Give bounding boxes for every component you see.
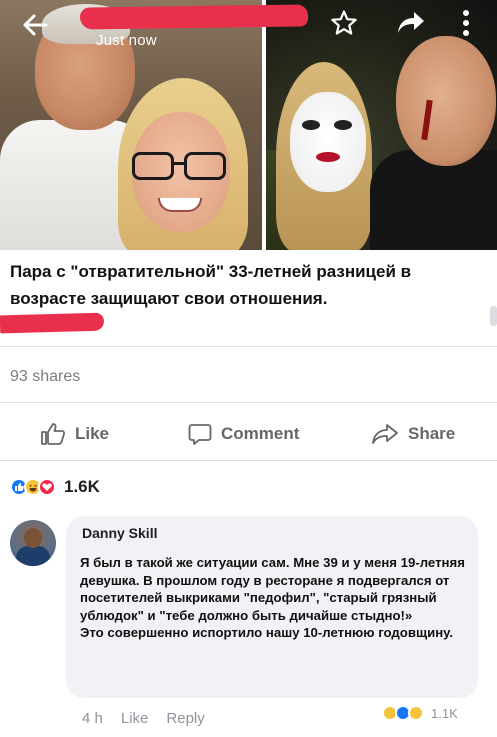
- post-headline[interactable]: Пара с "отвратительной" 33-летней разниц…: [10, 258, 490, 312]
- post-timestamp: Just now: [96, 32, 157, 49]
- photo-glasses: [132, 152, 228, 182]
- comment-button[interactable]: Comment: [188, 414, 299, 454]
- share-button[interactable]: Share: [371, 414, 455, 454]
- photo-clown-eye: [302, 120, 320, 130]
- avatar[interactable]: [10, 520, 56, 566]
- photo-clown-mouth: [316, 152, 340, 162]
- divider: [0, 460, 497, 461]
- photo-man2-body: [370, 150, 497, 250]
- comment-body: Я был в такой же ситуации сам. Мне 39 и …: [80, 555, 465, 641]
- photo-clown-face: [290, 92, 366, 192]
- star-icon[interactable]: [330, 9, 358, 37]
- thumbs-up-icon: [41, 423, 66, 445]
- wow-reaction-icon: [408, 705, 424, 721]
- like-button-label: Like: [75, 424, 110, 443]
- comment-reply-link[interactable]: Reply: [166, 710, 204, 727]
- scroll-edge: [490, 306, 497, 326]
- comment-time: 4 h: [82, 710, 103, 727]
- reaction-count: 1.6K: [64, 477, 100, 496]
- comment-button-label: Comment: [221, 424, 300, 443]
- comment-meta: 4 h Like Reply: [82, 710, 223, 727]
- comment-like-link[interactable]: Like: [121, 710, 149, 727]
- comment-reaction-count: 1.1K: [431, 705, 458, 721]
- share-count[interactable]: 93 shares: [10, 368, 80, 386]
- comment-reaction-summary[interactable]: 1.1K: [382, 702, 458, 724]
- comment-bubble-icon: [188, 424, 212, 445]
- share-icon: [372, 424, 398, 444]
- post-top-bar: Just now: [0, 0, 497, 52]
- share-button-label: Share: [408, 424, 456, 443]
- share-arrow-icon[interactable]: [396, 10, 426, 36]
- post-action-bar: Like Comment Share: [0, 414, 497, 454]
- like-button[interactable]: Like: [40, 414, 109, 454]
- divider: [0, 402, 497, 403]
- photo-man2-face: [396, 36, 496, 166]
- photo-clown-eye: [334, 120, 352, 130]
- redaction-mark: [79, 4, 309, 30]
- reaction-summary[interactable]: 1.6K: [10, 474, 100, 500]
- post-photo-collage[interactable]: Just now: [0, 0, 497, 250]
- back-arrow-icon[interactable]: [20, 10, 50, 40]
- comment-text: Я был в такой же ситуации сам. Мне 39 и …: [80, 554, 476, 642]
- more-options-icon[interactable]: [461, 8, 471, 38]
- comment-author[interactable]: Danny Skill: [82, 525, 157, 541]
- divider: [0, 346, 497, 347]
- redaction-mark: [0, 312, 105, 334]
- love-reaction-icon: [38, 478, 56, 496]
